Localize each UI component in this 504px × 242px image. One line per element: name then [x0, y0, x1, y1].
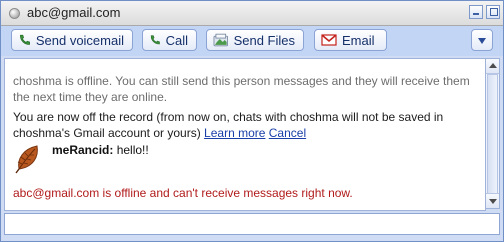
more-options-button[interactable] [471, 29, 493, 51]
scroll-up-button[interactable] [486, 59, 499, 74]
email-button[interactable]: Email [314, 29, 387, 51]
send-files-label: Send Files [233, 32, 295, 48]
call-button[interactable]: Call [142, 29, 197, 51]
send-files-button[interactable]: Send Files [206, 29, 304, 51]
minimize-button[interactable] [469, 5, 483, 19]
message-input[interactable] [4, 213, 500, 235]
scrollbar-thumb[interactable] [487, 74, 498, 194]
offline-error-notice: abc@gmail.com is offline and can't recei… [13, 186, 353, 200]
call-label: Call [165, 32, 188, 48]
off-record-notice: You are now off the record (from now on,… [13, 109, 481, 141]
cancel-link[interactable]: Cancel [269, 126, 306, 140]
send-voicemail-button[interactable]: Send voicemail [11, 29, 133, 51]
chat-message: meRancid: hello!! [52, 143, 149, 157]
scroll-down-button[interactable] [486, 193, 499, 208]
learn-more-link[interactable]: Learn more [204, 126, 265, 140]
toolbar: Send voicemail Call Send Files Email [1, 26, 503, 56]
message-sender: meRancid: [52, 143, 114, 157]
chat-window: abc@gmail.com Send voicemail Call Send F… [0, 0, 504, 242]
message-text: hello!! [116, 143, 149, 157]
gmail-icon [321, 34, 337, 46]
phone-icon [150, 35, 160, 45]
files-icon [213, 33, 228, 47]
chat-transcript[interactable]: choshma is offline. You can still send t… [4, 58, 486, 211]
chat-scrollbar[interactable] [485, 58, 500, 209]
phone-icon [20, 34, 30, 45]
avatar-leaf-icon [15, 145, 38, 174]
offline-notice: choshma is offline. You can still send t… [13, 74, 470, 104]
title-bar[interactable]: abc@gmail.com [1, 1, 503, 26]
status-dot-icon [9, 8, 20, 19]
email-label: Email [342, 32, 375, 48]
send-voicemail-label: Send voicemail [35, 32, 124, 48]
popout-button[interactable] [486, 5, 500, 19]
window-title: abc@gmail.com [27, 5, 121, 20]
